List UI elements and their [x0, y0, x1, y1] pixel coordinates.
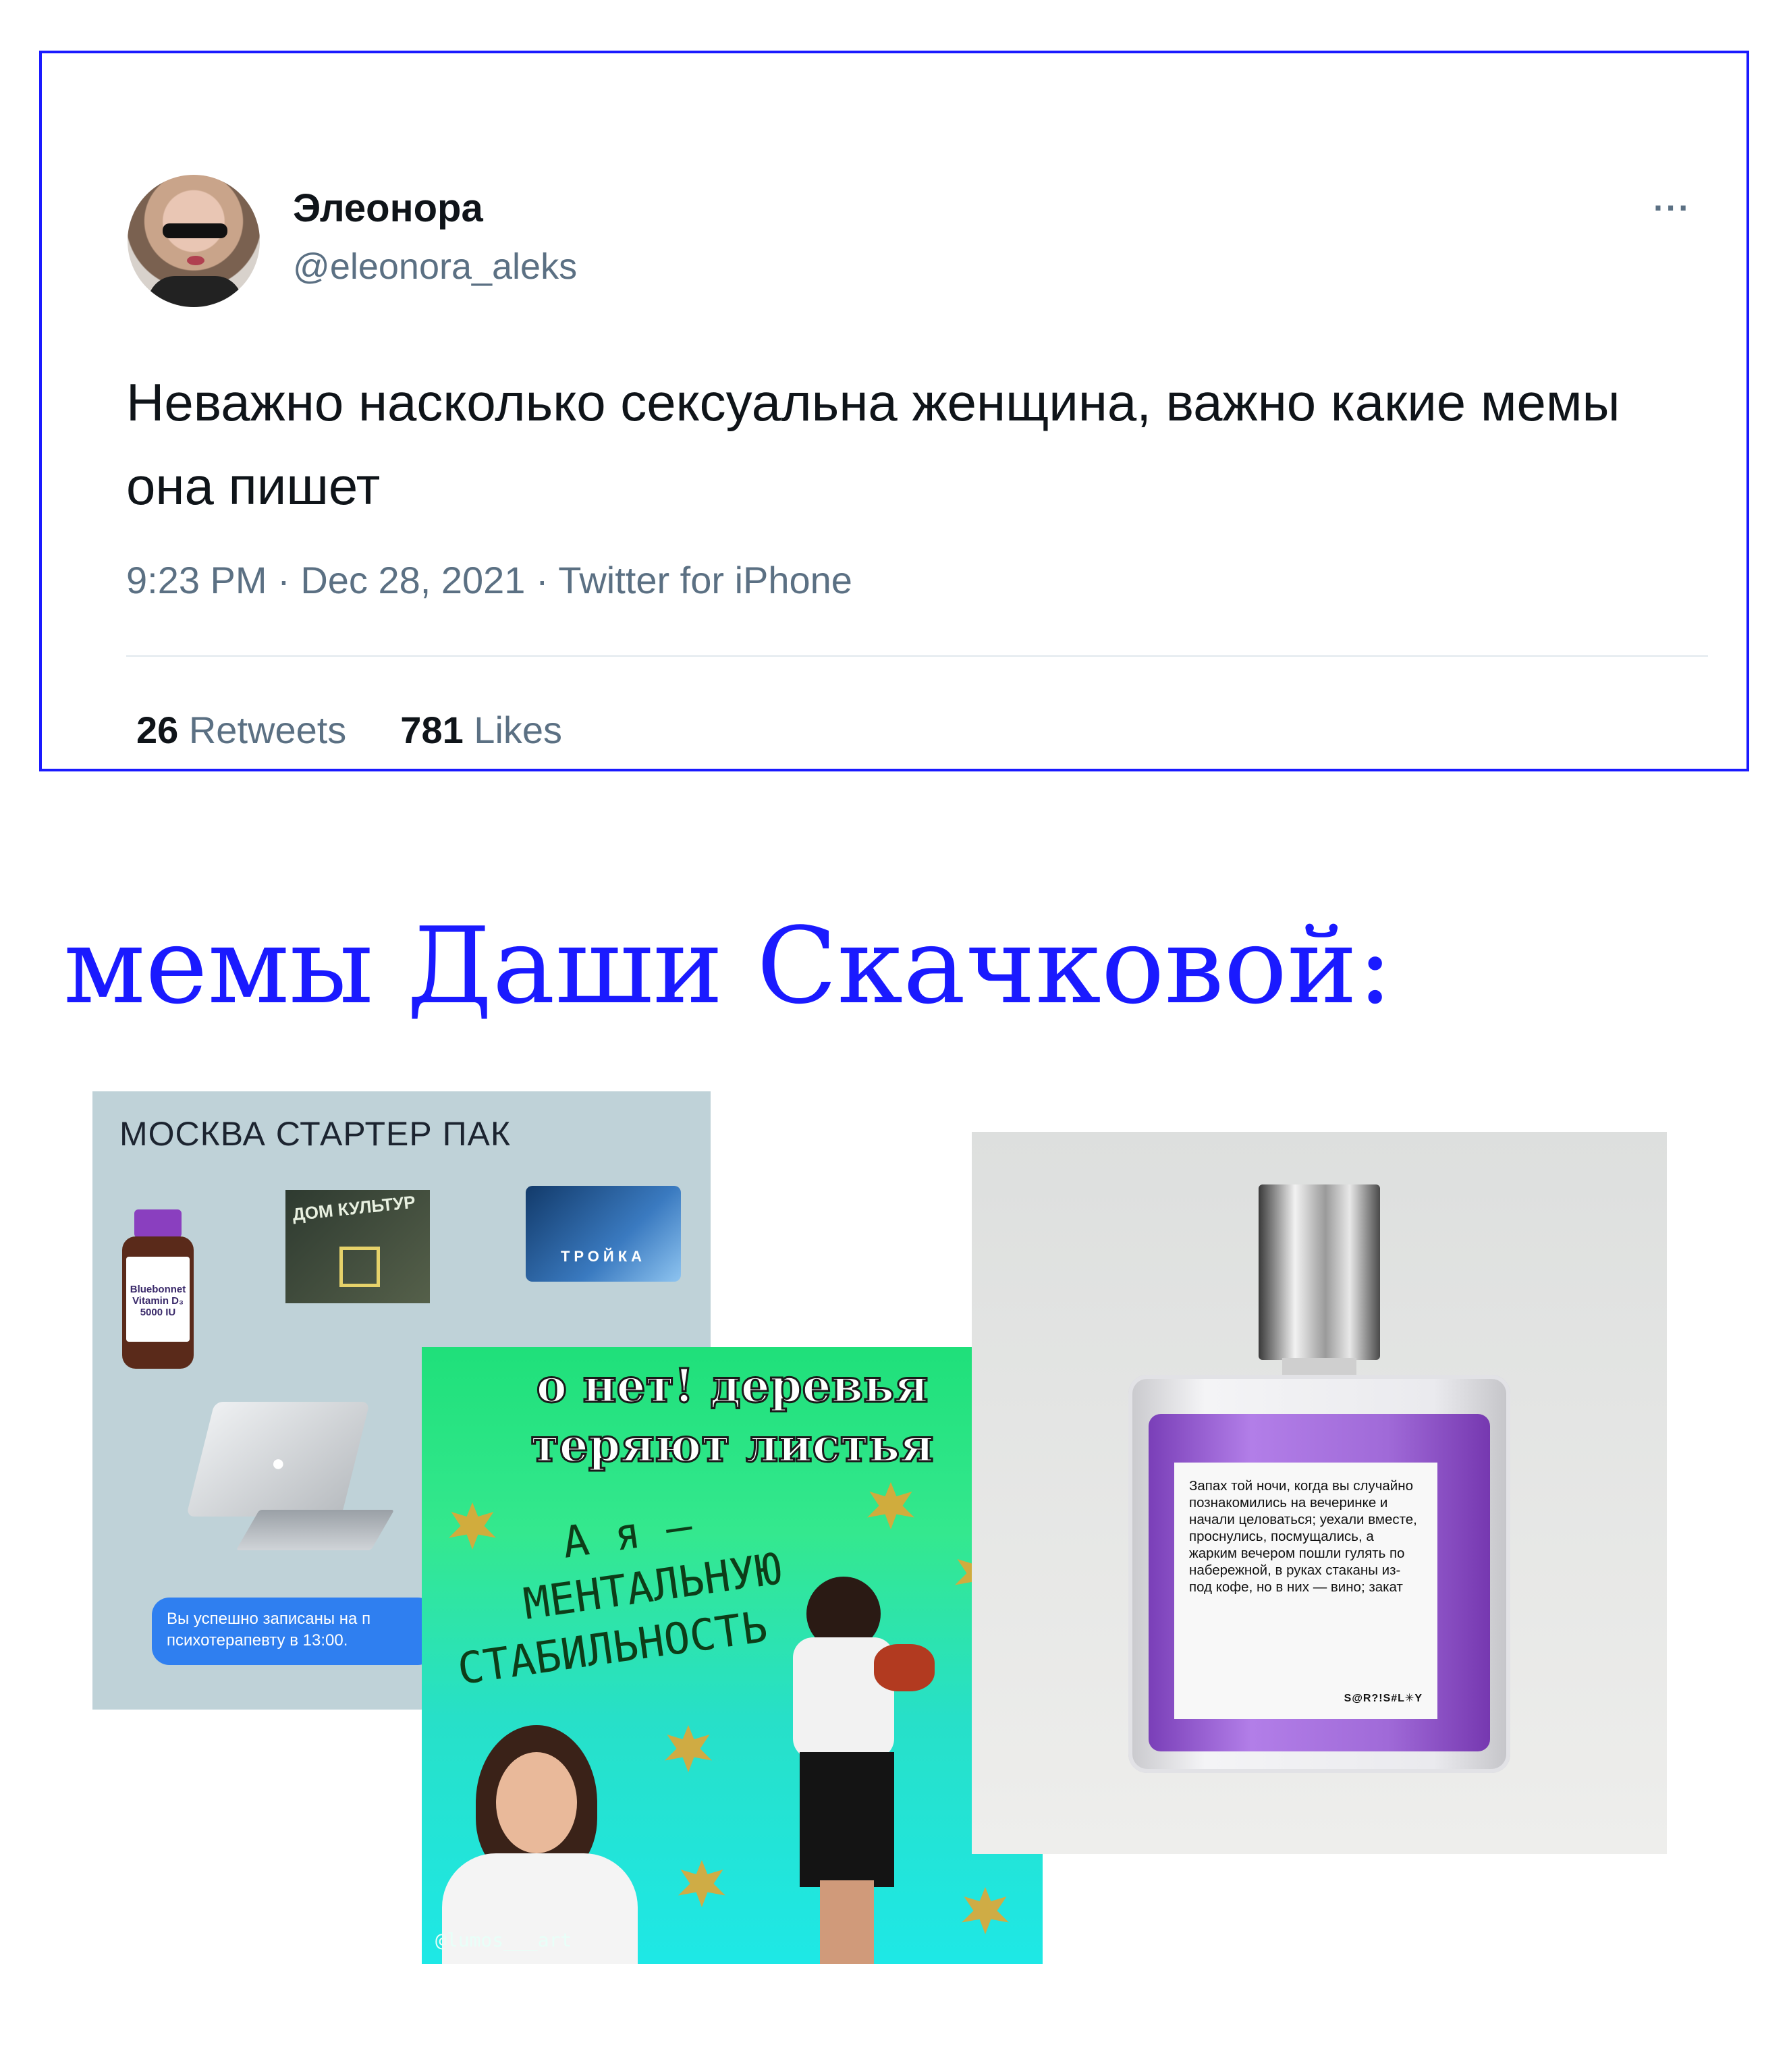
sign-shape [339, 1247, 380, 1287]
retweets-label: Retweets [188, 709, 347, 751]
avatar-lips [187, 256, 204, 265]
perfume-brand: S@R?!S#L✳Y [1344, 1693, 1423, 1704]
bag [874, 1644, 935, 1691]
leaf-icon [867, 1482, 914, 1529]
perfume-cap [1259, 1184, 1380, 1360]
neon-text: ДОМ КУЛЬТУР [291, 1191, 417, 1225]
leaf-icon [962, 1887, 1009, 1934]
skirt [800, 1752, 894, 1887]
smiling-woman-figure [422, 1725, 644, 1964]
legs [820, 1880, 874, 1964]
likes-label: Likes [474, 709, 563, 751]
face [496, 1752, 577, 1853]
laptop-image: ● [167, 1402, 395, 1557]
meme-perfume-bottle: Запах той ночи, когда вы случайно познак… [972, 1132, 1667, 1854]
meme-mental-stability: о нет! деревья теряют листья А я — МЕНТА… [422, 1347, 1043, 1964]
avatar-shirt [148, 276, 242, 307]
card-text: ТРОЙКА [560, 1248, 646, 1265]
leaf-icon [665, 1725, 712, 1772]
troika-card: ТРОЙКА [526, 1186, 681, 1282]
bottle-label: Bluebonnet Vitamin D₃ 5000 IU [126, 1257, 190, 1342]
meme2-title-line1: о нет! деревья [535, 1359, 929, 1415]
retweets-count: 26 [136, 709, 179, 751]
meme2-title-line2: теряют листья [530, 1418, 935, 1474]
bottle-name: Vitamin D₃ [132, 1295, 184, 1307]
bottle-brand: Bluebonnet [130, 1284, 186, 1295]
bottle-dose: 5000 IU [140, 1307, 176, 1318]
likes-stat[interactable]: 781 Likes [400, 708, 562, 752]
meme2-handwritten: А я — МЕНТАЛЬНУЮ СТАБИЛЬНОСТЬ [439, 1487, 793, 1698]
watermark: @lumos___art [435, 1929, 572, 1951]
tweet-card: Элеонора @eleonora_aleks ··· Неважно нас… [39, 51, 1749, 771]
perfume-label: Запах той ночи, когда вы случайно познак… [1174, 1463, 1437, 1719]
page-heading: мемы Даши Скачковой: [63, 904, 1393, 1027]
neon-sign-photo: ДОМ КУЛЬТУР [285, 1190, 430, 1303]
avatar[interactable] [128, 175, 260, 307]
bottle-cap [134, 1209, 182, 1238]
vitamin-bottle: Bluebonnet Vitamin D₃ 5000 IU [122, 1209, 194, 1369]
more-options-icon[interactable]: ··· [1653, 188, 1691, 227]
divider [126, 655, 1708, 657]
appointment-notice: Вы успешно записаны на п психотерапевту … [152, 1598, 435, 1665]
perfume-label-text: Запах той ночи, когда вы случайно познак… [1189, 1478, 1417, 1595]
apple-logo-icon: ● [271, 1450, 285, 1476]
author-handle[interactable]: @eleonora_aleks [293, 246, 577, 288]
leaf-icon [678, 1860, 725, 1907]
tweet-stats: 26 Retweets 781 Likes [136, 708, 562, 752]
author-name[interactable]: Элеонора [293, 186, 483, 231]
tweet-meta[interactable]: 9:23 PM · Dec 28, 2021 · Twitter for iPh… [126, 558, 852, 602]
tweet-text: Неважно насколько сексуальна женщина, ва… [126, 373, 1620, 516]
tired-woman-figure [773, 1577, 935, 1964]
likes-count: 781 [400, 709, 464, 751]
meme1-title: МОСКВА СТАРТЕР ПАК [119, 1115, 512, 1153]
laptop-base [236, 1510, 395, 1550]
meme2-title: о нет! деревья теряют листья [422, 1357, 1043, 1475]
retweets-stat[interactable]: 26 Retweets [136, 708, 346, 752]
avatar-sunglasses [163, 223, 227, 238]
